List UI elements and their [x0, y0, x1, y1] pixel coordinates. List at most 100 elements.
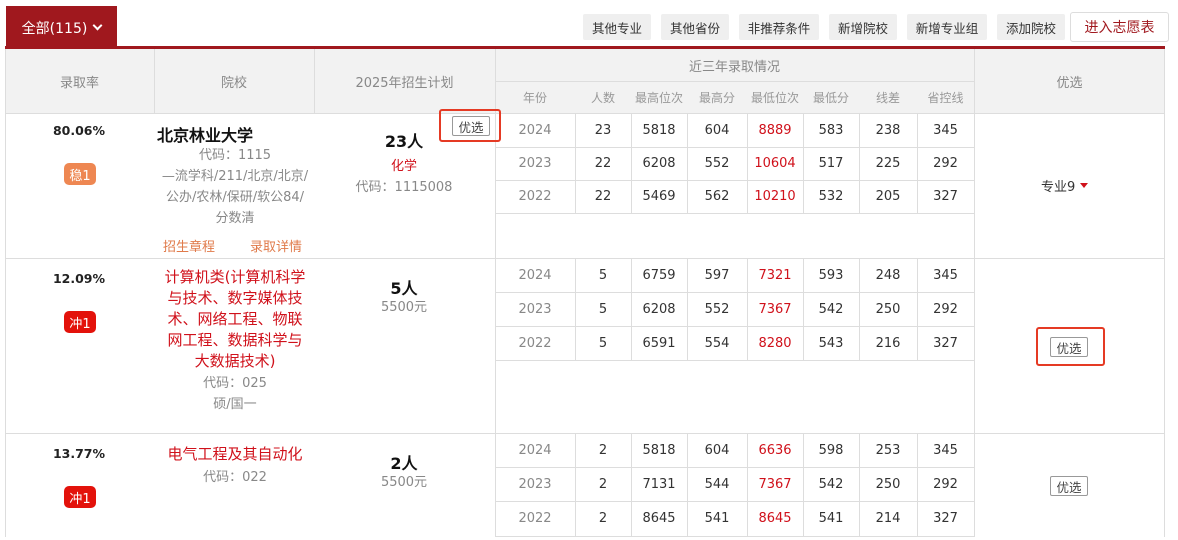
hist-count: 22	[594, 189, 612, 204]
hist-min-score: 532	[818, 189, 844, 204]
admission-charter-link[interactable]: 招生章程	[163, 236, 215, 255]
hist-count: 2	[598, 511, 608, 526]
hist-count: 5	[598, 301, 608, 317]
major-code: 代码：022	[203, 470, 267, 485]
hist-control-line: 292	[933, 301, 958, 317]
school-name[interactable]: 北京林业大学	[157, 122, 253, 146]
add-college-button[interactable]: 添加院校	[997, 14, 1065, 40]
all-filter-tab[interactable]: 全部(115)	[6, 6, 117, 49]
school-tags-line: 公办/农林/保研/软公84/	[165, 190, 305, 205]
pick-button[interactable]: 优选	[1050, 476, 1088, 496]
hist-year: 2022	[518, 335, 552, 351]
sub-header-max-score: 最高分	[698, 90, 735, 105]
school-tags-line: —流学科/211/北京/北京/	[161, 169, 309, 184]
hist-max-score: 544	[704, 476, 730, 492]
major-name-line[interactable]: 术、网络工程、物联	[155, 309, 315, 330]
hist-min-rank: 8645	[758, 511, 792, 526]
hist-control-line: 327	[933, 511, 958, 526]
admission-rate: 80.06%	[52, 123, 106, 138]
hist-control-line: 345	[933, 122, 958, 138]
major-code: 代码：025	[203, 376, 267, 391]
divider	[495, 81, 974, 82]
hist-control-line: 327	[933, 189, 958, 204]
hist-min-rank: 7367	[758, 476, 792, 492]
hist-max-rank: 6759	[642, 267, 676, 283]
chevron-down-icon	[92, 20, 103, 31]
hist-year: 2024	[518, 442, 552, 458]
hist-min-score: 593	[818, 267, 844, 283]
hist-max-rank: 7131	[642, 476, 676, 492]
major-name-line[interactable]: 大数据技术)	[155, 351, 315, 372]
hist-min-score: 542	[818, 476, 844, 492]
sub-header-count: 人数	[590, 90, 615, 105]
hist-control-line: 345	[933, 267, 958, 283]
non-recommended-button[interactable]: 非推荐条件	[739, 14, 819, 40]
hist-line-diff: 248	[875, 267, 901, 283]
hist-control-line: 345	[933, 442, 958, 458]
hist-max-rank: 6208	[642, 301, 676, 317]
highlight-box	[439, 109, 501, 142]
hist-min-rank: 6636	[758, 442, 792, 458]
hist-min-rank: 7367	[758, 301, 792, 317]
sub-header-line-diff: 线差	[875, 90, 900, 105]
hist-max-score: 552	[704, 301, 730, 317]
major-name-line[interactable]: 电气工程及其自动化	[155, 444, 315, 465]
divider	[1164, 49, 1165, 537]
hist-max-score: 604	[704, 442, 730, 458]
hist-max-rank: 6208	[642, 156, 676, 171]
plan-count: 2人	[390, 454, 418, 473]
admission-detail-link[interactable]: 录取详情	[250, 236, 302, 255]
hist-min-score: 517	[818, 156, 844, 171]
divider	[495, 360, 974, 361]
hist-max-rank: 6591	[642, 335, 676, 351]
hist-line-diff: 238	[875, 122, 901, 138]
header-pick: 优选	[1056, 75, 1083, 91]
plan-fee: 5500元	[380, 475, 428, 490]
hist-max-score: 554	[704, 335, 730, 351]
hist-year: 2023	[518, 301, 552, 317]
major-name-line[interactable]: 计算机类(计算机科学	[155, 267, 315, 288]
hist-year: 2022	[518, 511, 552, 526]
caret-down-icon	[1080, 183, 1089, 188]
admission-rate: 12.09%	[52, 271, 106, 286]
hist-min-rank: 10604	[754, 156, 796, 171]
hist-year: 2024	[518, 122, 552, 138]
hist-min-score: 583	[818, 122, 844, 138]
hist-min-score: 541	[818, 511, 844, 526]
hist-count: 2	[598, 442, 608, 458]
major-name-line[interactable]: 网工程、数据科学与	[155, 330, 315, 351]
hist-min-score: 598	[818, 442, 844, 458]
hist-min-rank: 8889	[758, 122, 792, 138]
hist-count: 22	[594, 156, 612, 171]
header-history: 近三年录取情况	[688, 59, 780, 75]
hist-year: 2024	[518, 267, 552, 283]
admission-rate: 13.77%	[52, 446, 106, 461]
hist-min-rank: 7321	[758, 267, 792, 283]
hist-line-diff: 205	[875, 189, 901, 204]
hist-count: 23	[594, 122, 612, 138]
enter-application-form-button[interactable]: 进入志愿表	[1070, 12, 1169, 42]
hist-line-diff: 253	[875, 442, 901, 458]
hist-count: 5	[598, 267, 608, 283]
major-select[interactable]: 专业9	[1041, 176, 1089, 195]
hist-line-diff: 216	[875, 335, 901, 351]
add-major-group-button[interactable]: 新增专业组	[907, 14, 987, 40]
other-province-button[interactable]: 其他省份	[661, 14, 729, 40]
divider	[154, 49, 155, 113]
add-school-button[interactable]: 新增院校	[829, 14, 897, 40]
hist-max-score: 562	[704, 189, 730, 204]
hist-max-rank: 8645	[642, 511, 676, 526]
other-major-button[interactable]: 其他专业	[583, 14, 651, 40]
school-tags-line: 分数清	[215, 211, 255, 226]
major-name-line[interactable]: 与技术、数字媒体技	[155, 288, 315, 309]
status-badge: 冲1	[64, 486, 96, 508]
sub-header-year: 年份	[522, 90, 547, 105]
major-select-label: 专业9	[1041, 180, 1076, 195]
sub-header-min-rank: 最低位次	[750, 90, 799, 105]
hist-max-score: 604	[704, 122, 730, 138]
hist-max-score: 541	[704, 511, 730, 526]
sub-header-min-score: 最低分	[812, 90, 849, 105]
hist-min-rank: 10210	[754, 189, 796, 204]
highlight-box	[1036, 327, 1105, 366]
hist-control-line: 292	[933, 156, 958, 171]
